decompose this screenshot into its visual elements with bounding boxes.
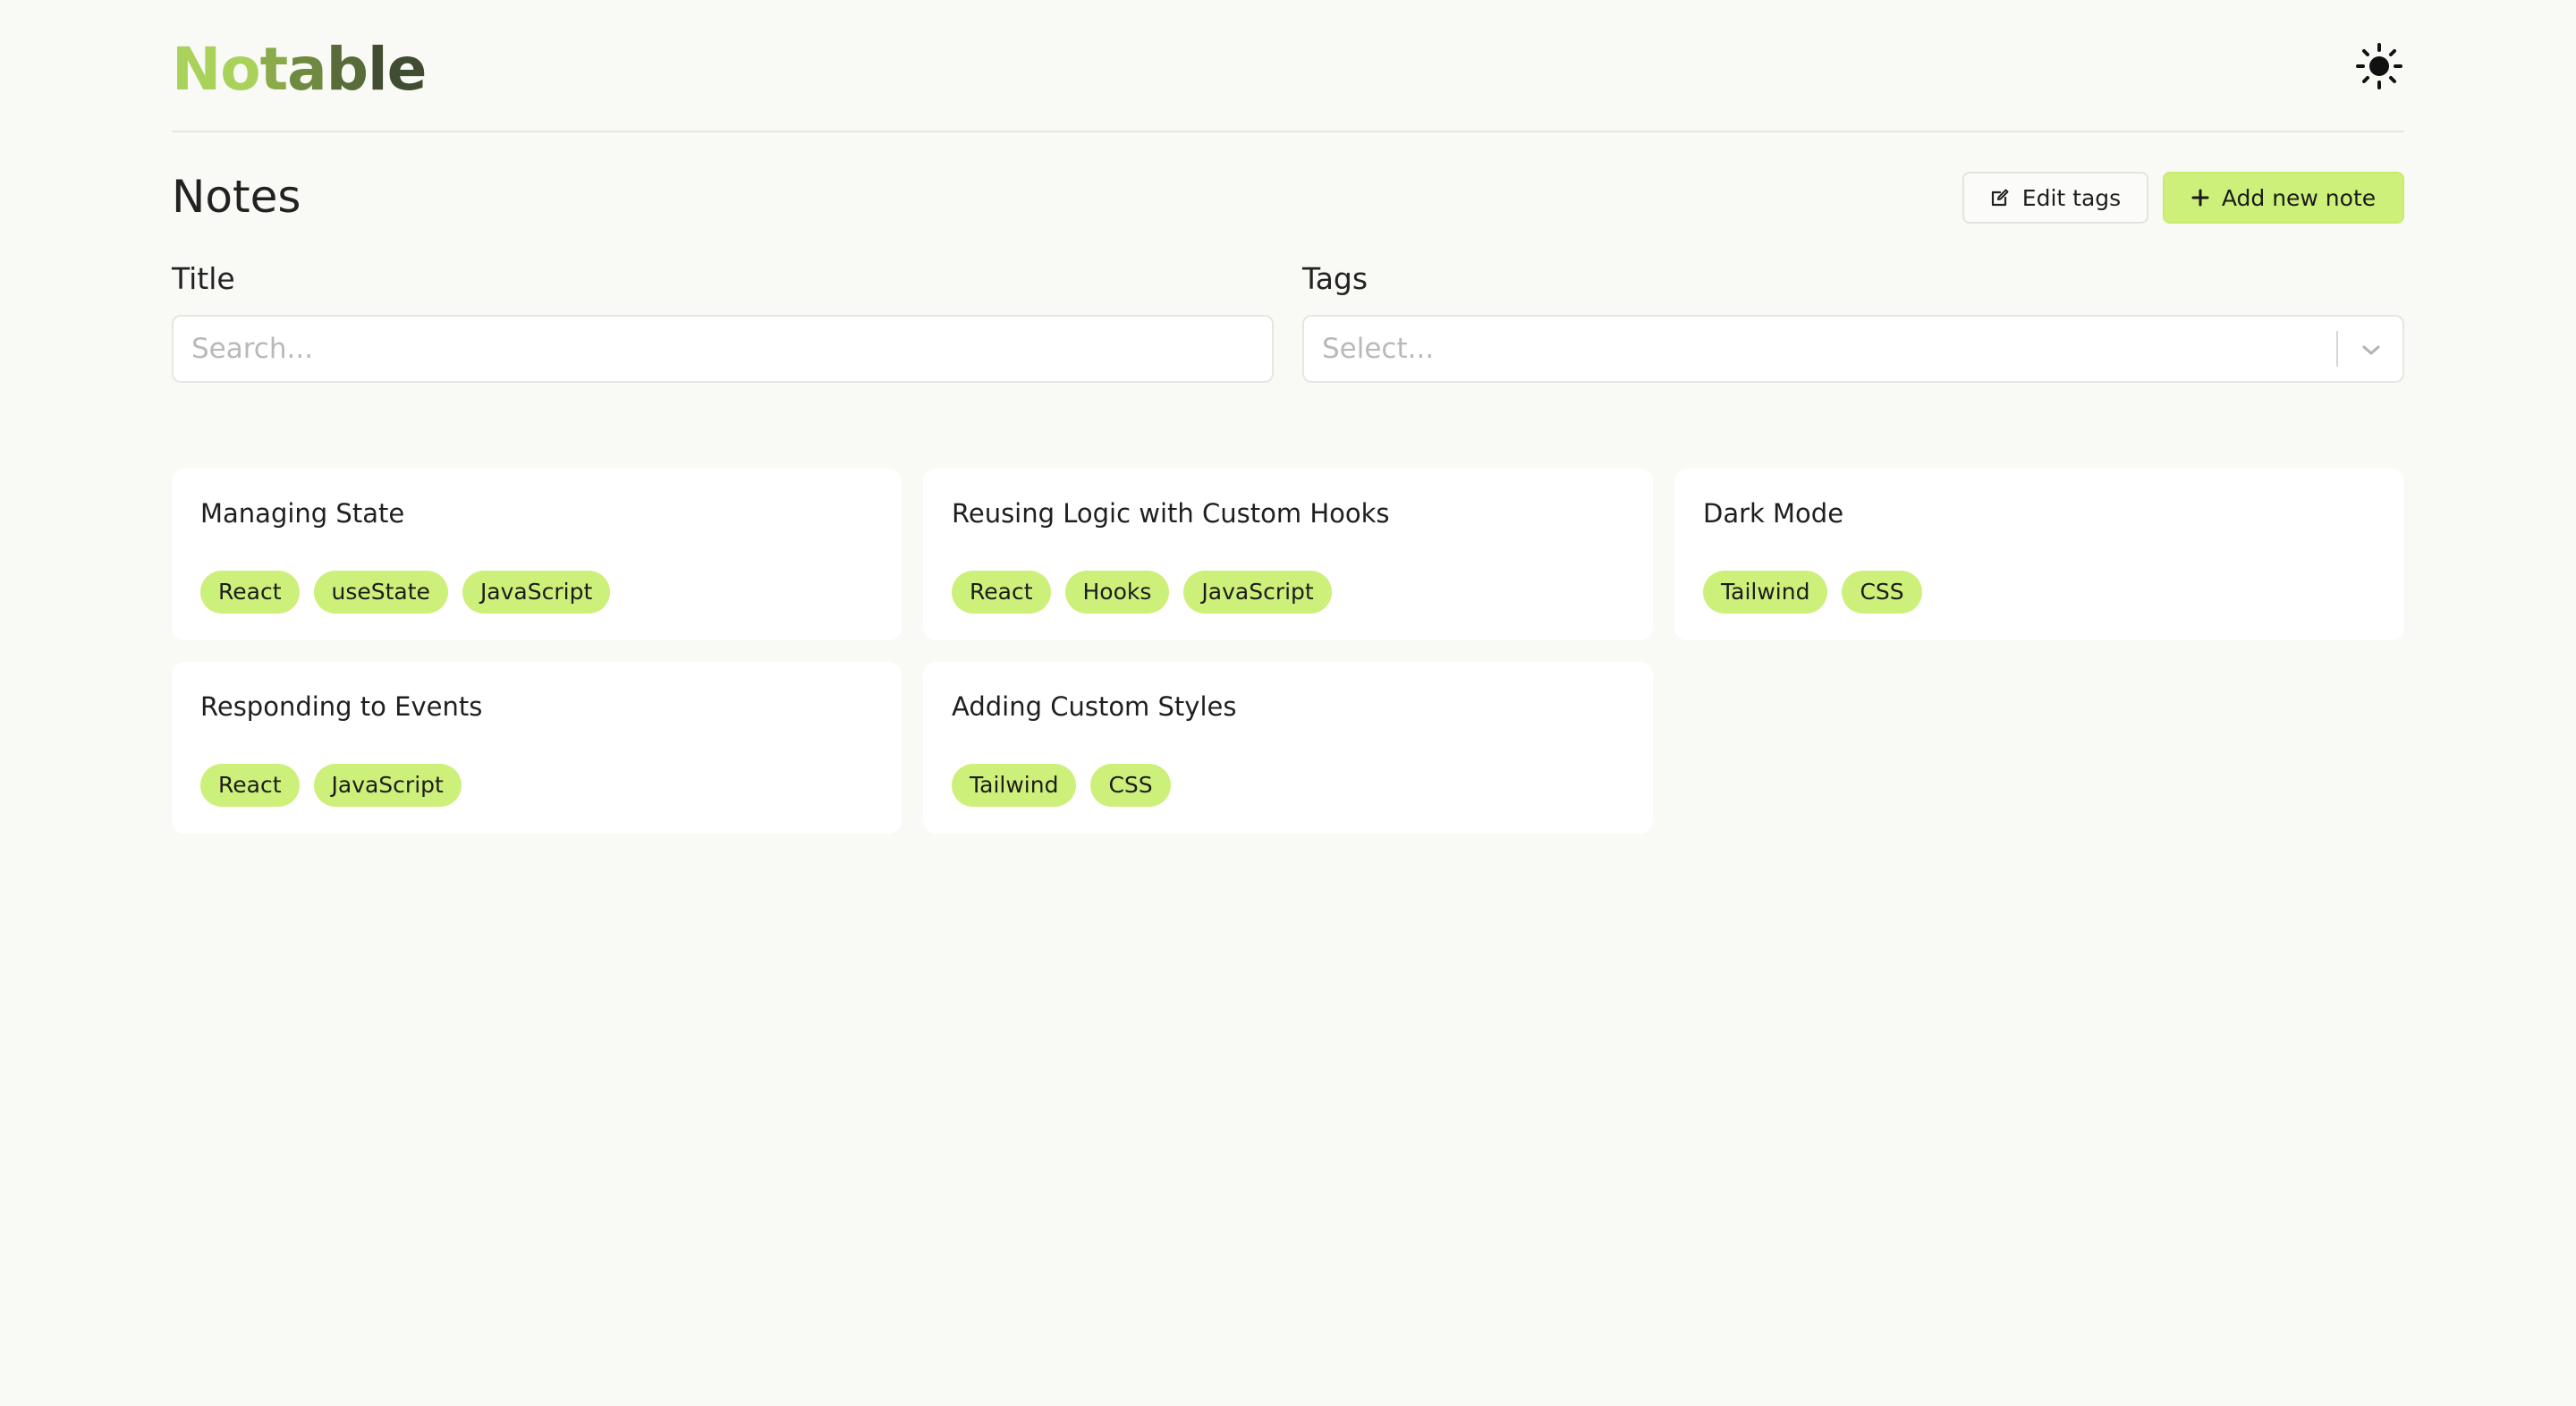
tag-badge: CSS <box>1090 764 1171 807</box>
edit-icon <box>1991 189 2009 207</box>
note-tags: Tailwind CSS <box>952 764 1624 807</box>
note-title: Reusing Logic with Custom Hooks <box>952 498 1390 529</box>
logo-part: b <box>326 35 369 104</box>
note-title: Dark Mode <box>1703 498 1844 529</box>
title-filter-label: Title <box>172 261 235 296</box>
note-card[interactable]: Reusing Logic with Custom Hooks React Ho… <box>923 469 1653 640</box>
note-card[interactable]: Dark Mode Tailwind CSS <box>1674 469 2404 640</box>
logo-part: le <box>367 35 427 104</box>
tags-dropdown-toggle[interactable] <box>2358 336 2385 363</box>
tag-badge: JavaScript <box>1183 571 1332 614</box>
note-card[interactable]: Managing State React useState JavaScript <box>172 469 902 640</box>
title-search-input[interactable] <box>174 317 1272 381</box>
title-row: Notes Edit tags Add new note <box>172 132 2404 249</box>
tag-badge: Tailwind <box>1703 571 1828 614</box>
logo-part: t <box>259 35 289 104</box>
tag-badge: CSS <box>1842 571 1922 614</box>
tags-select-separator <box>2336 331 2338 367</box>
filters: Title Tags Select... <box>172 249 2404 417</box>
edit-tags-label: Edit tags <box>2021 184 2122 211</box>
edit-tags-button[interactable]: Edit tags <box>1962 172 2148 224</box>
tag-badge: useState <box>313 571 448 614</box>
title-field <box>172 315 1274 383</box>
app-container: No t a b le Notes Edit tags Add new note… <box>172 0 2404 834</box>
tag-badge: JavaScript <box>462 571 611 614</box>
tags-filter-label: Tags <box>1302 261 1368 296</box>
sun-icon <box>2356 43 2402 89</box>
tag-badge: React <box>200 571 300 614</box>
notes-grid: Managing State React useState JavaScript… <box>172 469 2404 834</box>
logo-part: No <box>172 35 261 104</box>
note-tags: Tailwind CSS <box>1703 571 2376 614</box>
note-card[interactable]: Responding to Events React JavaScript <box>172 662 902 834</box>
logo-part: a <box>287 35 327 104</box>
add-new-note-label: Add new note <box>2221 184 2377 211</box>
theme-toggle-button[interactable] <box>2354 41 2404 91</box>
page-title: Notes <box>172 171 301 223</box>
tags-select-placeholder: Select... <box>1322 333 1435 365</box>
title-filter: Title <box>172 249 1274 383</box>
app-logo[interactable]: No t a b le <box>172 34 427 106</box>
note-card[interactable]: Adding Custom Styles Tailwind CSS <box>923 662 1653 834</box>
note-tags: React JavaScript <box>200 764 873 807</box>
note-title: Adding Custom Styles <box>952 691 1237 722</box>
tags-select[interactable]: Select... <box>1302 315 2404 383</box>
note-tags: React useState JavaScript <box>200 571 873 614</box>
chevron-down-icon <box>2362 345 2380 355</box>
tags-filter: Tags Select... <box>1302 249 2404 383</box>
note-title: Responding to Events <box>200 691 483 722</box>
add-new-note-button[interactable]: Add new note <box>2163 172 2404 224</box>
plus-icon <box>2191 189 2209 207</box>
app-header: No t a b le <box>172 0 2404 132</box>
tag-badge: React <box>952 571 1051 614</box>
tag-badge: Hooks <box>1064 571 1170 614</box>
tag-badge: React <box>200 764 300 807</box>
tag-badge: Tailwind <box>952 764 1077 807</box>
note-tags: React Hooks JavaScript <box>952 571 1624 614</box>
note-title: Managing State <box>200 498 405 529</box>
tag-badge: JavaScript <box>313 764 462 807</box>
